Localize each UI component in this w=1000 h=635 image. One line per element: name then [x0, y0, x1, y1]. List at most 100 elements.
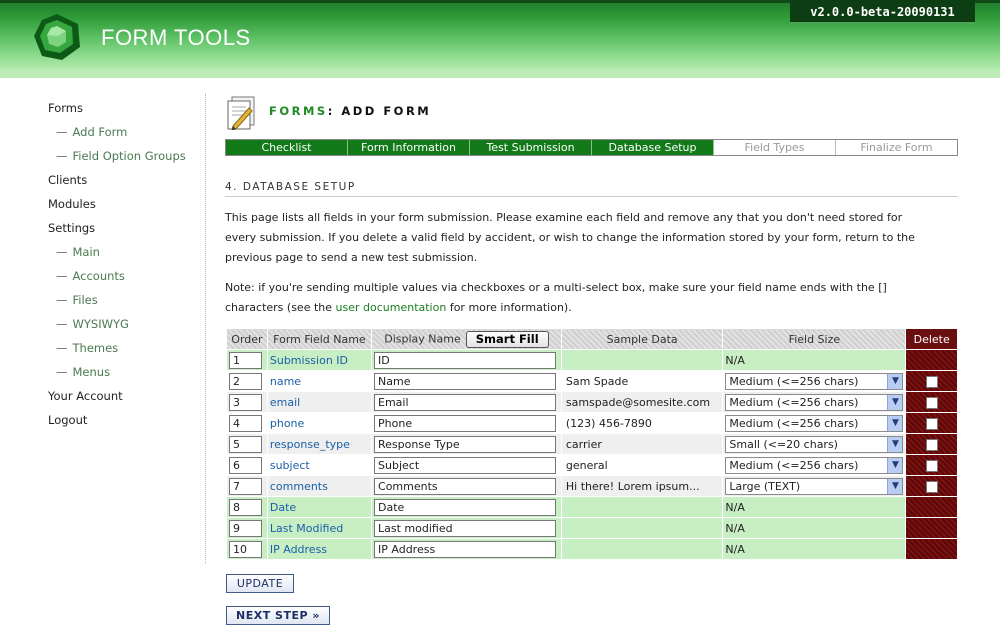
step-tab-finalize-form[interactable]: Finalize Form: [836, 140, 957, 155]
chevron-down-icon[interactable]: ▼: [887, 478, 903, 494]
table-row: 7 comments Comments Hi there! Lorem ipsum..…: [226, 475, 958, 497]
sidebar-item-forms[interactable]: Forms: [48, 98, 208, 122]
sample-data-cell: [560, 349, 724, 371]
field-size-select[interactable]: Medium (<=256 chars) ▼: [725, 414, 904, 432]
order-input[interactable]: 2: [229, 372, 262, 390]
logo-gem-icon: [34, 14, 80, 60]
order-input[interactable]: 4: [229, 414, 262, 432]
section-title: 4. DATABASE SETUP: [225, 181, 958, 197]
sidebar-dash: —: [56, 341, 68, 355]
order-input[interactable]: 7: [229, 477, 262, 495]
display-name-input[interactable]: Name: [374, 372, 557, 390]
display-name-input[interactable]: Comments: [374, 477, 557, 495]
sidebar-dash: —: [56, 293, 68, 307]
display-name-input[interactable]: Phone: [374, 414, 557, 432]
field-size-value: Medium (<=256 chars): [729, 458, 859, 472]
step-tab-form-information[interactable]: Form Information: [348, 140, 470, 155]
header-delete: Delete: [905, 328, 958, 350]
chevron-down-icon[interactable]: ▼: [887, 415, 903, 431]
header-display-name: Display Name Smart Fill: [371, 328, 562, 350]
sidebar-item-logout[interactable]: Logout: [48, 410, 208, 434]
page-title-prefix: FORMS: [269, 104, 328, 118]
field-name-cell: Date: [266, 496, 373, 518]
version-label: v2.0.0-beta-20090131: [810, 5, 955, 19]
sidebar-item-field-option-groups[interactable]: — Field Option Groups: [48, 146, 208, 170]
field-size-select[interactable]: Medium (<=256 chars) ▼: [725, 372, 904, 390]
table-row: 10 IP Address IP Address N/A: [226, 538, 958, 560]
delete-cell: [905, 391, 958, 413]
field-name-cell: Submission ID: [266, 349, 373, 371]
delete-checkbox[interactable]: [925, 375, 938, 388]
update-button[interactable]: UPDATE: [226, 574, 294, 593]
delete-cell: [905, 433, 958, 455]
field-size-value: Medium (<=256 chars): [729, 416, 859, 430]
display-name-input[interactable]: Subject: [374, 456, 557, 474]
sidebar-item-label: Your Account: [48, 389, 123, 403]
field-size-select[interactable]: Medium (<=256 chars) ▼: [725, 456, 904, 474]
smart-fill-button[interactable]: Smart Fill: [465, 330, 549, 348]
header-bottom-band: [0, 70, 1000, 78]
field-size-select[interactable]: Large (TEXT) ▼: [725, 477, 904, 495]
add-form-icon: [227, 96, 255, 130]
order-input[interactable]: 6: [229, 456, 262, 474]
sidebar-item-add-form[interactable]: — Add Form: [48, 122, 208, 146]
sidebar-item-modules[interactable]: Modules: [48, 194, 208, 218]
table-row: 2 name Name Sam Spade Medium (<=256 chars) ▼: [226, 370, 958, 392]
field-name-cell: email: [266, 391, 373, 413]
display-name-cell: ID: [371, 349, 562, 371]
sidebar-item-accounts[interactable]: — Accounts: [48, 266, 208, 290]
sidebar-item-settings[interactable]: Settings: [48, 218, 208, 242]
display-name-input[interactable]: Last modified: [374, 519, 557, 537]
order-input[interactable]: 5: [229, 435, 262, 453]
sidebar-item-files[interactable]: — Files: [48, 290, 208, 314]
sample-data-cell: (123) 456-7890: [560, 412, 724, 434]
order-cell: 7: [226, 475, 268, 497]
chevron-down-icon[interactable]: ▼: [887, 436, 903, 452]
display-name-input[interactable]: ID: [374, 351, 557, 369]
next-step-button[interactable]: NEXT STEP »: [226, 606, 330, 625]
field-size-cell: Large (TEXT) ▼: [722, 475, 907, 497]
delete-checkbox[interactable]: [925, 438, 938, 451]
sidebar-item-clients[interactable]: Clients: [48, 170, 208, 194]
sidebar-item-main[interactable]: — Main: [48, 242, 208, 266]
field-size-cell: N/A: [722, 538, 907, 560]
display-name-input[interactable]: Date: [374, 498, 557, 516]
display-name-input[interactable]: Email: [374, 393, 557, 411]
field-size-select[interactable]: Small (<=20 chars) ▼: [725, 435, 904, 453]
delete-checkbox[interactable]: [925, 480, 938, 493]
app-title: FORM TOOLS: [101, 25, 251, 50]
chevron-down-icon[interactable]: ▼: [887, 457, 903, 473]
delete-checkbox[interactable]: [925, 396, 938, 409]
delete-checkbox[interactable]: [925, 417, 938, 430]
field-name-cell: phone: [266, 412, 373, 434]
order-input[interactable]: 3: [229, 393, 262, 411]
order-input[interactable]: 8: [229, 498, 262, 516]
field-name-cell: response_type: [266, 433, 373, 455]
field-size-cell: Small (<=20 chars) ▼: [722, 433, 907, 455]
user-documentation-link[interactable]: user documentation: [336, 301, 447, 314]
step-tab-test-submission[interactable]: Test Submission: [470, 140, 592, 155]
delete-cell: [905, 538, 958, 560]
sidebar-item-your-account[interactable]: Your Account: [48, 386, 208, 410]
chevron-down-icon[interactable]: ▼: [887, 394, 903, 410]
sidebar-item-menus[interactable]: — Menus: [48, 362, 208, 386]
display-name-cell: Name: [371, 370, 562, 392]
order-input[interactable]: 10: [229, 540, 262, 558]
step-tab-database-setup[interactable]: Database Setup: [592, 140, 714, 155]
display-name-input[interactable]: Response Type: [374, 435, 557, 453]
header-field-size: Field Size: [722, 328, 907, 350]
step-tab-field-types[interactable]: Field Types: [714, 140, 836, 155]
field-size-cell: N/A: [722, 496, 907, 518]
order-cell: 10: [226, 538, 268, 560]
sample-data-cell: carrier: [560, 433, 724, 455]
order-input[interactable]: 9: [229, 519, 262, 537]
step-tab-checklist[interactable]: Checklist: [226, 140, 348, 155]
field-size-cell: Medium (<=256 chars) ▼: [722, 454, 907, 476]
delete-checkbox[interactable]: [925, 459, 938, 472]
chevron-down-icon[interactable]: ▼: [887, 373, 903, 389]
field-size-select[interactable]: Medium (<=256 chars) ▼: [725, 393, 904, 411]
sidebar-item-themes[interactable]: — Themes: [48, 338, 208, 362]
order-input[interactable]: 1: [229, 351, 262, 369]
display-name-input[interactable]: IP Address: [374, 540, 557, 558]
sidebar-item-wysiwyg[interactable]: — WYSIWYG: [48, 314, 208, 338]
